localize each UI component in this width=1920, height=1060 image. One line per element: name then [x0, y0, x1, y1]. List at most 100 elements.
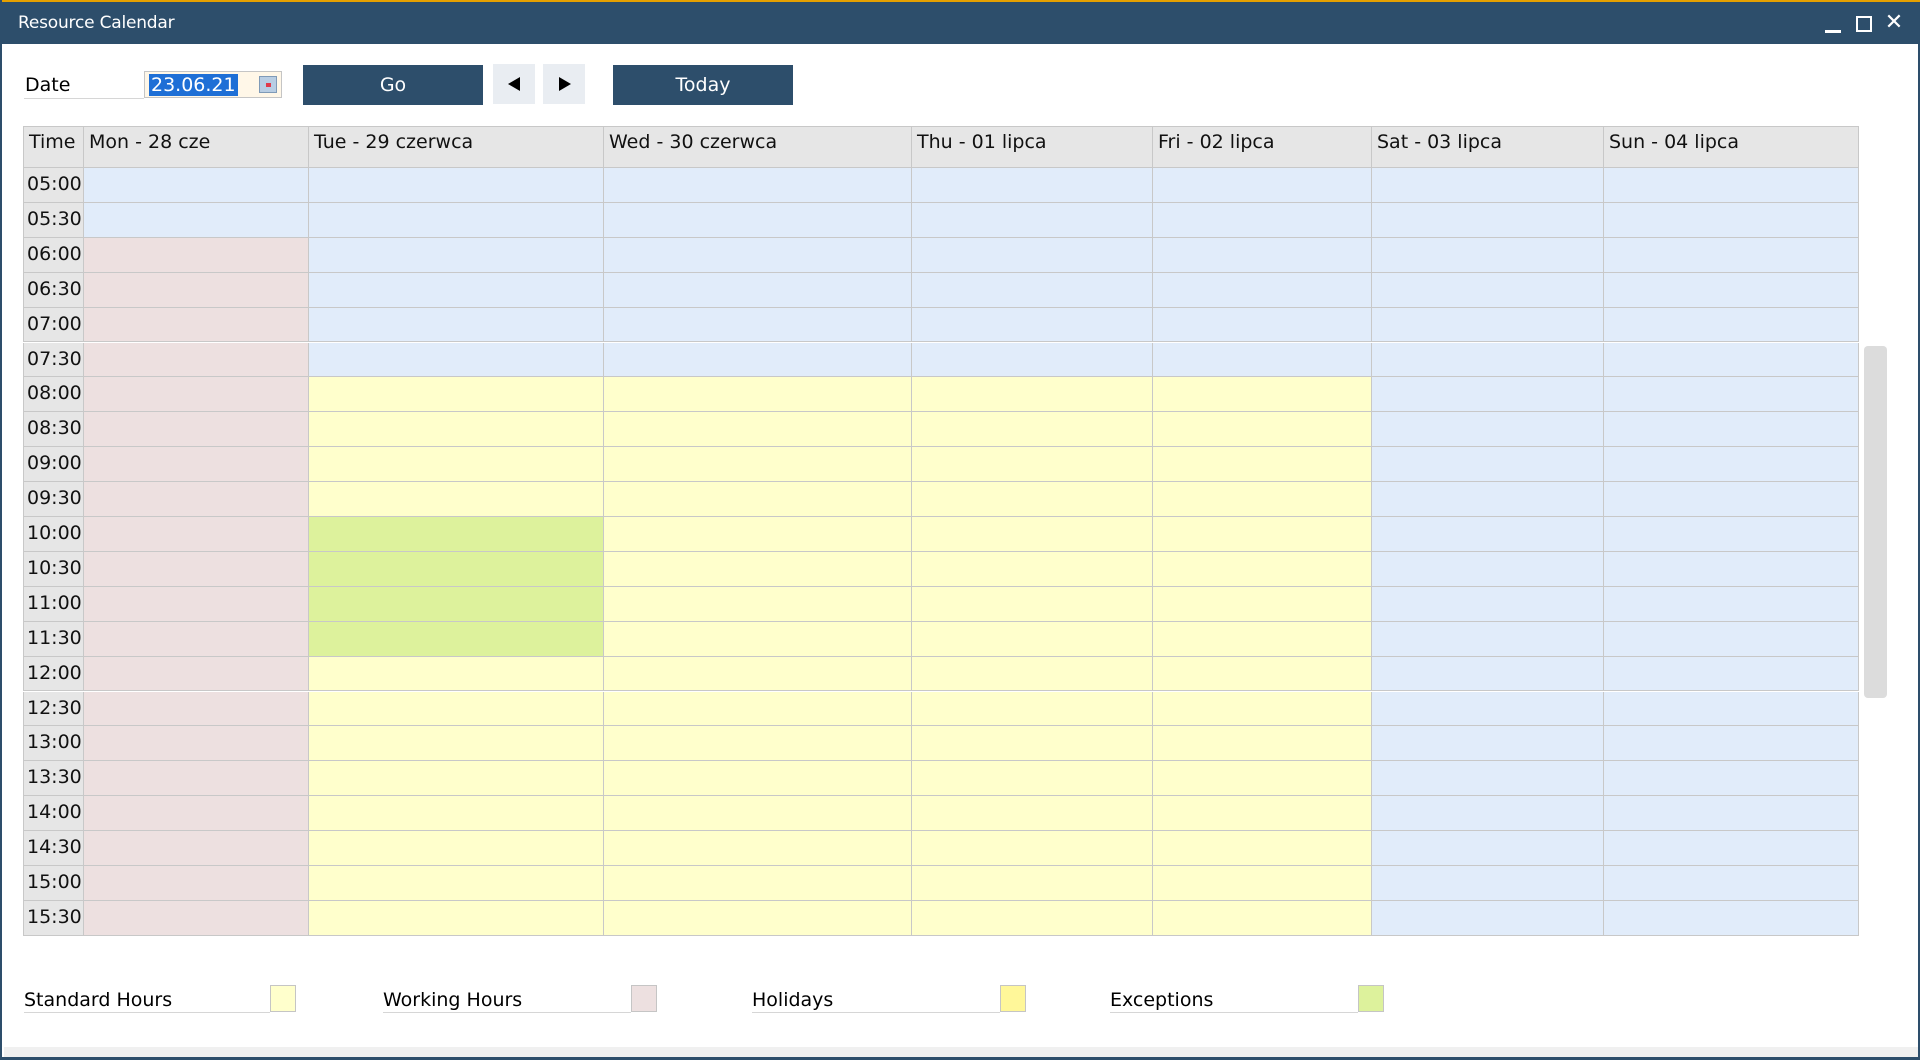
calendar-cell-standard[interactable] — [1153, 517, 1372, 552]
calendar-cell-off[interactable] — [1153, 202, 1372, 238]
calendar-cell-off[interactable] — [1372, 831, 1604, 866]
legend-swatch-working[interactable] — [631, 985, 657, 1012]
calendar-cell-off[interactable] — [604, 202, 912, 238]
calendar-cell-standard[interactable] — [604, 726, 912, 762]
calendar-cell-standard[interactable] — [604, 691, 912, 727]
calendar-cell-off[interactable] — [1604, 900, 1859, 936]
calendar-cell-exception[interactable] — [309, 517, 604, 552]
date-input[interactable]: 23.06.21 — [144, 71, 282, 98]
calendar-cell-off[interactable] — [1372, 202, 1604, 238]
calendar-cell-off[interactable] — [604, 168, 912, 203]
calendar-cell-standard[interactable] — [912, 831, 1153, 866]
calendar-cell-off[interactable] — [1372, 866, 1604, 901]
calendar-cell-off[interactable] — [1604, 237, 1859, 273]
calendar-cell-off[interactable] — [604, 237, 912, 273]
calendar-cell-off[interactable] — [1153, 307, 1372, 343]
calendar-cell-off[interactable] — [1604, 412, 1859, 448]
calendar-cell-off[interactable] — [1604, 377, 1859, 413]
calendar-cell-working[interactable] — [84, 586, 309, 622]
calendar-cell-standard[interactable] — [1153, 900, 1372, 936]
calendar-cell-standard[interactable] — [1153, 586, 1372, 622]
calendar-cell-working[interactable] — [84, 482, 309, 517]
go-button[interactable]: Go — [303, 65, 483, 105]
calendar-cell-working[interactable] — [84, 656, 309, 692]
calendar-cell-standard[interactable] — [309, 482, 604, 517]
calendar-cell-off[interactable] — [309, 342, 604, 378]
calendar-cell-standard[interactable] — [604, 551, 912, 587]
calendar-cell-off[interactable] — [1604, 202, 1859, 238]
calendar-cell-working[interactable] — [84, 621, 309, 657]
calendar-cell-standard[interactable] — [1153, 656, 1372, 692]
calendar-cell-off[interactable] — [604, 342, 912, 378]
calendar-cell-standard[interactable] — [604, 831, 912, 866]
calendar-cell-standard[interactable] — [309, 447, 604, 483]
calendar-cell-off[interactable] — [912, 307, 1153, 343]
calendar-cell-standard[interactable] — [604, 377, 912, 413]
calendar-cell-off[interactable] — [1372, 377, 1604, 413]
calendar-cell-standard[interactable] — [1153, 377, 1372, 413]
calendar-cell-standard[interactable] — [912, 900, 1153, 936]
calendar-cell-off[interactable] — [1372, 237, 1604, 273]
calendar-cell-off[interactable] — [1372, 272, 1604, 308]
calendar-cell-standard[interactable] — [1153, 866, 1372, 901]
calendar-cell-off[interactable] — [309, 272, 604, 308]
calendar-cell-working[interactable] — [84, 237, 309, 273]
calendar-cell-standard[interactable] — [912, 412, 1153, 448]
calendar-cell-off[interactable] — [309, 168, 604, 203]
calendar-cell-off[interactable] — [1372, 447, 1604, 483]
calendar-cell-standard[interactable] — [1153, 796, 1372, 832]
next-week-button[interactable] — [543, 64, 585, 104]
calendar-cell-standard[interactable] — [309, 761, 604, 797]
calendar-cell-off[interactable] — [1372, 796, 1604, 832]
calendar-cell-standard[interactable] — [309, 866, 604, 901]
calendar-cell-off[interactable] — [1604, 691, 1859, 727]
calendar-cell-standard[interactable] — [912, 447, 1153, 483]
calendar-cell-working[interactable] — [84, 796, 309, 832]
calendar-cell-working[interactable] — [84, 900, 309, 936]
calendar-cell-standard[interactable] — [912, 761, 1153, 797]
calendar-cell-off[interactable] — [912, 272, 1153, 308]
calendar-cell-standard[interactable] — [309, 691, 604, 727]
calendar-cell-off[interactable] — [604, 307, 912, 343]
calendar-cell-off[interactable] — [309, 237, 604, 273]
calendar-cell-off[interactable] — [1372, 342, 1604, 378]
calendar-cell-standard[interactable] — [912, 656, 1153, 692]
calendar-cell-off[interactable] — [1604, 761, 1859, 797]
calendar-cell-standard[interactable] — [912, 482, 1153, 517]
calendar-cell-off[interactable] — [1372, 586, 1604, 622]
calendar-cell-standard[interactable] — [309, 412, 604, 448]
calendar-cell-off[interactable] — [1604, 796, 1859, 832]
calendar-cell-standard[interactable] — [1153, 412, 1372, 448]
calendar-cell-off[interactable] — [912, 202, 1153, 238]
calendar-cell-exception[interactable] — [309, 586, 604, 622]
calendar-cell-off[interactable] — [1604, 482, 1859, 517]
calendar-cell-off[interactable] — [1604, 726, 1859, 762]
calendar-cell-off[interactable] — [1604, 447, 1859, 483]
calendar-cell-standard[interactable] — [604, 900, 912, 936]
calendar-cell-off[interactable] — [1372, 307, 1604, 343]
calendar-cell-standard[interactable] — [604, 586, 912, 622]
calendar-cell-standard[interactable] — [912, 551, 1153, 587]
calendar-cell-standard[interactable] — [912, 586, 1153, 622]
calendar-cell-working[interactable] — [84, 412, 309, 448]
calendar-cell-standard[interactable] — [912, 796, 1153, 832]
close-icon[interactable]: ✕ — [1879, 8, 1909, 38]
calendar-cell-off[interactable] — [1372, 726, 1604, 762]
calendar-cell-standard[interactable] — [604, 517, 912, 552]
calendar-cell-off[interactable] — [912, 168, 1153, 203]
calendar-cell-standard[interactable] — [309, 831, 604, 866]
calendar-cell-off[interactable] — [1604, 551, 1859, 587]
calendar-cell-working[interactable] — [84, 691, 309, 727]
calendar-cell-off[interactable] — [1372, 517, 1604, 552]
calendar-cell-off[interactable] — [912, 342, 1153, 378]
calendar-cell-off[interactable] — [1604, 621, 1859, 657]
calendar-cell-working[interactable] — [84, 517, 309, 552]
calendar-cell-off[interactable] — [1604, 342, 1859, 378]
calendar-cell-working[interactable] — [84, 447, 309, 483]
calendar-cell-standard[interactable] — [604, 761, 912, 797]
calendar-cell-standard[interactable] — [912, 691, 1153, 727]
legend-swatch-holiday[interactable] — [1000, 985, 1026, 1012]
minimize-icon[interactable] — [1817, 8, 1847, 38]
calendar-cell-off[interactable] — [1372, 482, 1604, 517]
calendar-cell-standard[interactable] — [912, 517, 1153, 552]
